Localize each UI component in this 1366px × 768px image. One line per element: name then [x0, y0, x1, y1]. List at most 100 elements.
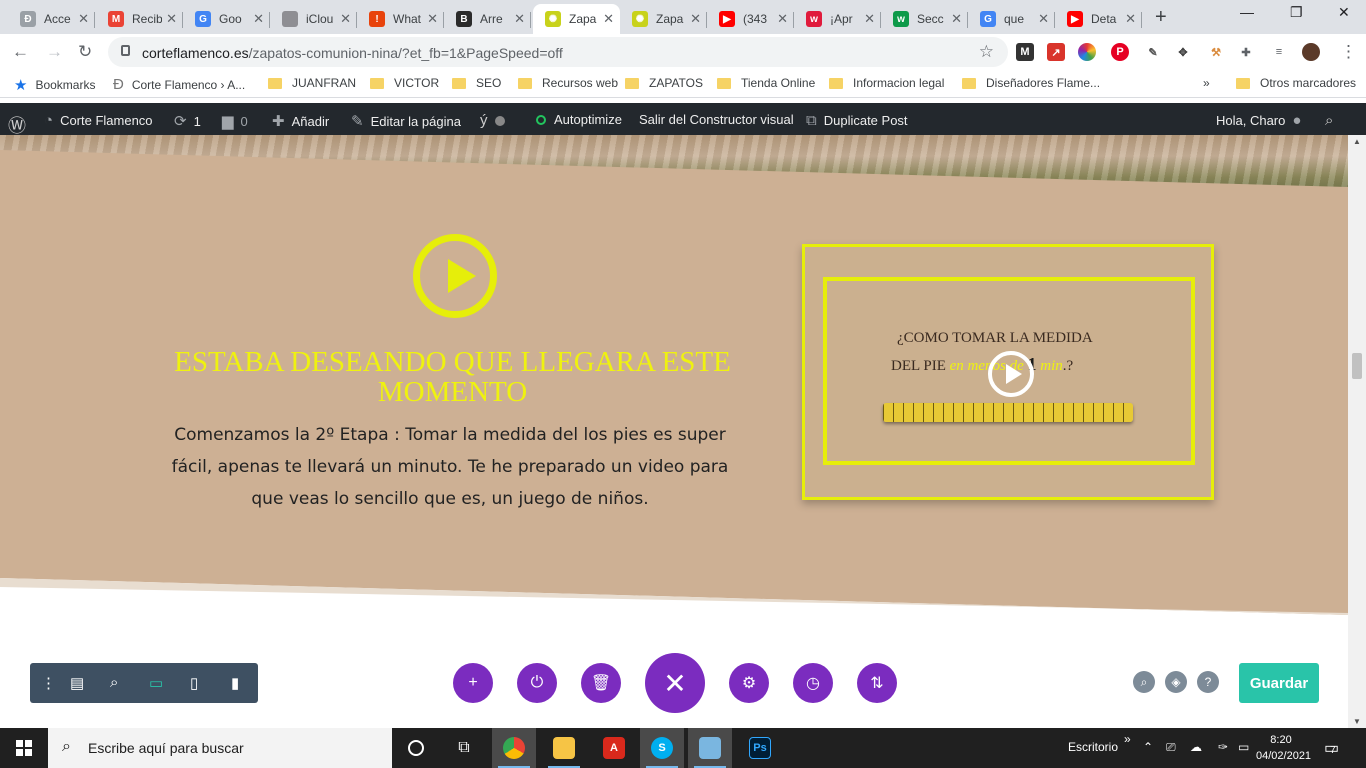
bookmark-item[interactable]: Ð Corte Flamenco › A... — [113, 76, 245, 93]
acrobat-icon[interactable]: A — [592, 728, 636, 768]
tab-close-icon[interactable]: ✕ — [340, 11, 351, 27]
browser-tab[interactable]: ▶ Deta ✕ — [1055, 4, 1142, 34]
bookmarks-overflow-button[interactable]: » — [1203, 76, 1210, 90]
network-icon[interactable]: ▭ — [1238, 740, 1249, 754]
yoast-seo-link[interactable]: ý — [480, 112, 505, 129]
play-circle-icon[interactable] — [413, 234, 497, 318]
extension-m-icon[interactable]: M — [1016, 43, 1034, 61]
bookmark-item[interactable]: Tienda Online — [717, 76, 815, 90]
zoom-icon[interactable]: ⌕ — [110, 674, 118, 691]
site-name-link[interactable]: ◔ Corte Flamenco — [44, 112, 153, 129]
url-text[interactable]: corteflamenco.es/zapatos-comunion-nina/?… — [142, 45, 563, 61]
windows-start-icon[interactable] — [16, 740, 32, 756]
extension-arrow-icon[interactable]: ↗ — [1047, 43, 1065, 61]
sort-button[interactable]: ⇅ — [857, 663, 897, 703]
tab-close-icon[interactable]: ✕ — [864, 11, 875, 27]
history-button[interactable]: ◷ — [793, 663, 833, 703]
settings-dots-icon[interactable]: ⋮ — [41, 674, 56, 692]
photoshop-icon[interactable]: Ps — [738, 728, 782, 768]
video-thumbnail[interactable]: ¿COMO TOMAR LA MEDIDA DEL PIE en menos d… — [802, 244, 1214, 500]
browser-tab[interactable]: Ð Acce ✕ — [8, 4, 95, 34]
tab-close-icon[interactable]: ✕ — [253, 11, 264, 27]
forward-arrow-icon[interactable]: → — [46, 42, 63, 62]
save-button[interactable]: Guardar — [1239, 663, 1319, 703]
scroll-down-arrow[interactable]: ▼ — [1353, 717, 1361, 726]
tab-close-icon[interactable]: ✕ — [166, 11, 177, 27]
close-settings-button[interactable]: ✕ — [645, 653, 705, 713]
browser-tab[interactable]: ✺ Zapa ✕ — [620, 4, 707, 34]
add-new-link[interactable]: ✚ Añadir — [272, 112, 329, 130]
browser-tab[interactable]: w Secc ✕ — [881, 4, 968, 34]
tab-close-icon[interactable]: ✕ — [1038, 11, 1049, 27]
address-bar[interactable]: corteflamenco.es/zapatos-comunion-nina/?… — [108, 37, 1008, 67]
phone-view-icon[interactable]: ▮ — [231, 674, 239, 692]
other-bookmarks[interactable]: Otros marcadores — [1236, 76, 1356, 90]
autoptimize-link[interactable]: Autoptimize — [536, 112, 622, 127]
minimize-button[interactable]: — — [1240, 4, 1254, 20]
profile-avatar[interactable] — [1302, 43, 1320, 61]
browser-tab[interactable]: Gque ✕ — [968, 4, 1055, 34]
layers-icon[interactable]: ◈ — [1165, 671, 1187, 693]
chrome-taskbar-icon[interactable] — [492, 728, 536, 768]
bookmark-item[interactable]: Recursos web — [518, 76, 618, 90]
bookmark-item[interactable]: ZAPATOS — [625, 76, 703, 90]
bookmark-item[interactable]: JUANFRAN — [268, 76, 356, 90]
desktop-view-icon[interactable]: ▭ — [149, 674, 163, 692]
browser-tab[interactable]: G Goo ✕ — [183, 4, 270, 34]
pinterest-icon[interactable]: P — [1111, 43, 1129, 61]
browser-tab[interactable]: iClou ✕ — [270, 4, 357, 34]
media-controls-icon[interactable]: ≡ — [1270, 43, 1288, 61]
taskbar-search-box[interactable]: ⌕ Escribe aquí para buscar — [48, 728, 392, 768]
browser-tab[interactable]: ! What ✕ — [357, 4, 444, 34]
duplicate-post-link[interactable]: ⧉ Duplicate Post — [806, 112, 908, 129]
bookmark-star-icon[interactable]: ☆ — [979, 42, 994, 62]
vertical-scrollbar[interactable]: ▲ ▼ — [1348, 135, 1366, 728]
desktop-toolbar-label[interactable]: Escritorio — [1068, 740, 1118, 754]
extensions-puzzle-icon[interactable]: ✚ — [1237, 43, 1255, 61]
taskbar-clock[interactable]: 8:20 04/02/2021 — [1256, 732, 1311, 764]
browser-tab[interactable]: w ¡Apr ✕ — [794, 4, 881, 34]
portability-button[interactable]: ⏻ — [517, 663, 557, 703]
file-explorer-icon[interactable] — [542, 728, 586, 768]
browser-tab[interactable]: ▶ (343 ✕ — [707, 4, 794, 34]
bookmark-item[interactable]: Diseñadores Flame... — [962, 76, 1100, 90]
comments-link[interactable]: ▆ 0 — [222, 112, 248, 130]
bookmark-item[interactable]: ★ Bookmarks — [14, 76, 95, 94]
scrollbar-thumb[interactable] — [1352, 353, 1362, 379]
tab-close-icon[interactable]: ✕ — [777, 11, 788, 27]
onedrive-icon[interactable]: ☁ — [1190, 740, 1202, 754]
add-module-button[interactable]: + — [453, 663, 493, 703]
pen-workspace-icon[interactable]: ✑ — [1218, 740, 1228, 754]
skype-icon[interactable]: S — [640, 728, 684, 768]
search-icon[interactable]: ⌕ — [1325, 112, 1340, 129]
updates-link[interactable]: ⟳ 1 — [174, 112, 201, 130]
toolbar-expand-chevron[interactable]: » — [1124, 732, 1131, 746]
close-window-button[interactable]: ✕ — [1338, 4, 1350, 21]
exit-visual-builder-link[interactable]: Salir del Constructor visual — [639, 112, 794, 127]
move-icon[interactable]: ✥ — [1174, 43, 1192, 61]
extension-colorwheel-icon[interactable] — [1078, 43, 1096, 61]
reload-icon[interactable]: ↻ — [78, 42, 92, 62]
browser-tab[interactable]: M Recib ✕ — [96, 4, 183, 34]
back-arrow-icon[interactable]: ← — [12, 42, 29, 62]
menu-dots-icon[interactable]: ⋮ — [1340, 42, 1357, 62]
help-icon[interactable]: ? — [1197, 671, 1219, 693]
cortana-icon[interactable] — [394, 728, 438, 768]
tab-close-icon[interactable]: ✕ — [603, 11, 614, 27]
eyedropper-icon[interactable]: ✎ — [1144, 43, 1162, 61]
notifications-icon[interactable]: ▭7 — [1324, 738, 1339, 758]
scroll-up-arrow[interactable]: ▲ — [1353, 137, 1361, 146]
tablet-view-icon[interactable]: ▯ — [190, 674, 198, 692]
extension-hammer-icon[interactable]: ⚒ — [1207, 43, 1225, 61]
tab-close-icon[interactable]: ✕ — [427, 11, 438, 27]
tab-close-icon[interactable]: ✕ — [951, 11, 962, 27]
user-account-link[interactable]: Hola, Charo ● — [1216, 112, 1301, 129]
restore-button[interactable]: ❐ — [1290, 4, 1303, 21]
new-tab-button[interactable]: + — [1155, 6, 1167, 29]
tab-close-icon[interactable]: ✕ — [78, 11, 89, 27]
browser-tab[interactable]: B Arre ✕ — [444, 4, 531, 34]
tab-close-icon[interactable]: ✕ — [1125, 11, 1136, 27]
wireframe-view-icon[interactable]: ▤ — [70, 674, 84, 692]
bookmark-item[interactable]: VICTOR — [370, 76, 439, 90]
tray-app-icon[interactable]: ⎚ — [1166, 740, 1176, 755]
